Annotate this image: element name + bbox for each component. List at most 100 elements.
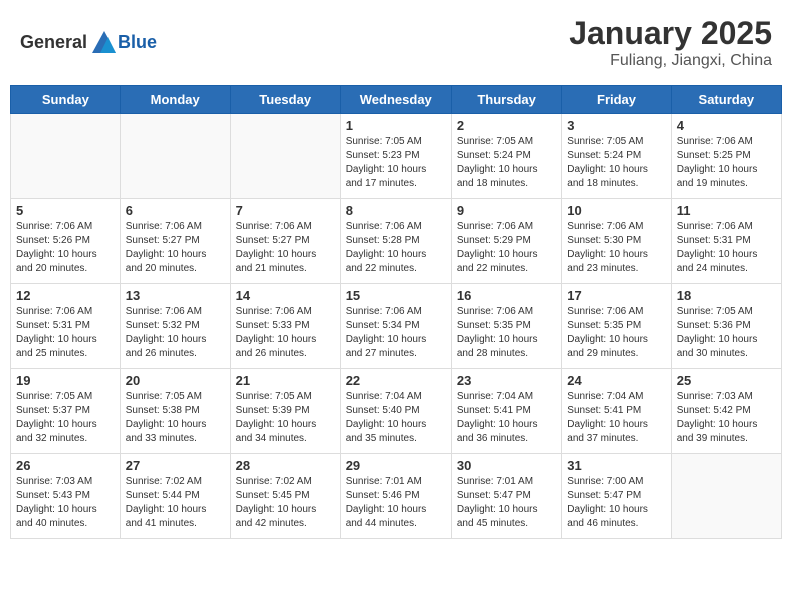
day-number: 3	[567, 118, 665, 133]
day-info: Sunrise: 7:05 AM Sunset: 5:24 PM Dayligh…	[567, 135, 665, 191]
day-info: Sunrise: 7:06 AM Sunset: 5:27 PM Dayligh…	[236, 220, 335, 276]
day-info: Sunrise: 7:06 AM Sunset: 5:34 PM Dayligh…	[346, 305, 446, 361]
week-row-4: 19Sunrise: 7:05 AM Sunset: 5:37 PM Dayli…	[11, 369, 782, 454]
week-row-2: 5 Sunrise: 7:06 AM Sunset: 5:26 PM Daylig…	[11, 199, 782, 284]
day-cell	[120, 114, 230, 199]
day-info: Sunrise: 7:01 AM Sunset: 5:46 PM Dayligh…	[346, 475, 446, 531]
day-cell: 9Sunrise: 7:06 AM Sunset: 5:29 PM Daylig…	[451, 199, 561, 284]
day-cell: 26 Sunrise: 7:03 AM Sunset: 5:43 PM Dayli…	[11, 454, 121, 539]
day-info: Sunrise: 7:06 AM Sunset: 5:32 PM Dayligh…	[126, 305, 225, 361]
day-info: Sunrise: 7:05 AM Sunset: 5:23 PM Dayligh…	[346, 135, 446, 191]
day-info: Sunrise: 7:01 AM Sunset: 5:47 PM Dayligh…	[457, 475, 556, 531]
day-number: 2	[457, 118, 556, 133]
day-number: 14	[236, 288, 335, 303]
day-cell: 20 Sunrise: 7:05 AM Sunset: 5:38 PM Dayli…	[120, 369, 230, 454]
day-info: Sunrise: 7:06 AM Sunset: 5:31 PM Dayligh…	[16, 305, 115, 361]
day-number: 22	[346, 373, 446, 388]
day-cell: 12 Sunrise: 7:06 AM Sunset: 5:31 PM Dayli…	[11, 284, 121, 369]
day-number: 13	[126, 288, 225, 303]
day-info: Sunrise: 7:06 AM Sunset: 5:27 PM Dayligh…	[126, 220, 225, 276]
weekday-header-saturday: Saturday	[671, 86, 781, 114]
day-cell: 28 Sunrise: 7:02 AM Sunset: 5:45 PM Dayli…	[230, 454, 340, 539]
day-cell: 21 Sunrise: 7:05 AM Sunset: 5:39 PM Dayli…	[230, 369, 340, 454]
day-info: Sunrise: 7:06 AM Sunset: 5:28 PM Dayligh…	[346, 220, 446, 276]
day-info: Sunrise: 7:05 AM Sunset: 5:37 PM Dayligh…	[16, 390, 115, 446]
day-info: Sunrise: 7:00 AM Sunset: 5:47 PM Dayligh…	[567, 475, 665, 531]
day-number: 20	[126, 373, 225, 388]
day-number: 29	[346, 458, 446, 473]
day-info: Sunrise: 7:05 AM Sunset: 5:36 PM Dayligh…	[677, 305, 776, 361]
day-info: Sunrise: 7:04 AM Sunset: 5:40 PM Dayligh…	[346, 390, 446, 446]
day-info: Sunrise: 7:06 AM Sunset: 5:35 PM Dayligh…	[457, 305, 556, 361]
day-cell: 18 Sunrise: 7:05 AM Sunset: 5:36 PM Dayli…	[671, 284, 781, 369]
day-number: 16	[457, 288, 556, 303]
day-info: Sunrise: 7:06 AM Sunset: 5:35 PM Dayligh…	[567, 305, 665, 361]
day-info: Sunrise: 7:06 AM Sunset: 5:26 PM Dayligh…	[16, 220, 115, 276]
day-cell: 7 Sunrise: 7:06 AM Sunset: 5:27 PM Daylig…	[230, 199, 340, 284]
week-row-5: 26 Sunrise: 7:03 AM Sunset: 5:43 PM Dayli…	[11, 454, 782, 539]
day-cell: 5 Sunrise: 7:06 AM Sunset: 5:26 PM Daylig…	[11, 199, 121, 284]
day-cell: 13 Sunrise: 7:06 AM Sunset: 5:32 PM Dayli…	[120, 284, 230, 369]
month-title: January 2025	[569, 15, 772, 52]
day-number: 31	[567, 458, 665, 473]
day-info: Sunrise: 7:05 AM Sunset: 5:24 PM Dayligh…	[457, 135, 556, 191]
day-number: 7	[236, 203, 335, 218]
day-number: 24	[567, 373, 665, 388]
title-section: January 2025 Fuliang, Jiangxi, China	[569, 15, 772, 70]
day-cell: 17Sunrise: 7:06 AM Sunset: 5:35 PM Dayli…	[562, 284, 671, 369]
day-number: 11	[677, 203, 776, 218]
day-number: 26	[16, 458, 115, 473]
day-cell	[671, 454, 781, 539]
day-info: Sunrise: 7:06 AM Sunset: 5:30 PM Dayligh…	[567, 220, 665, 276]
logo: General Blue	[20, 29, 157, 57]
day-number: 27	[126, 458, 225, 473]
day-cell: 29 Sunrise: 7:01 AM Sunset: 5:46 PM Dayli…	[340, 454, 451, 539]
day-info: Sunrise: 7:03 AM Sunset: 5:43 PM Dayligh…	[16, 475, 115, 531]
day-info: Sunrise: 7:03 AM Sunset: 5:42 PM Dayligh…	[677, 390, 776, 446]
weekday-header-thursday: Thursday	[451, 86, 561, 114]
page-header: General Blue January 2025 Fuliang, Jiang…	[10, 10, 782, 75]
day-cell	[11, 114, 121, 199]
weekday-header-monday: Monday	[120, 86, 230, 114]
day-cell: 16 Sunrise: 7:06 AM Sunset: 5:35 PM Dayli…	[451, 284, 561, 369]
calendar-table: SundayMondayTuesdayWednesdayThursdayFrid…	[10, 85, 782, 539]
day-number: 15	[346, 288, 446, 303]
weekday-header-sunday: Sunday	[11, 86, 121, 114]
day-info: Sunrise: 7:02 AM Sunset: 5:44 PM Dayligh…	[126, 475, 225, 531]
day-cell: 22 Sunrise: 7:04 AM Sunset: 5:40 PM Dayli…	[340, 369, 451, 454]
day-cell: 14 Sunrise: 7:06 AM Sunset: 5:33 PM Dayli…	[230, 284, 340, 369]
day-cell: 19Sunrise: 7:05 AM Sunset: 5:37 PM Dayli…	[11, 369, 121, 454]
day-info: Sunrise: 7:04 AM Sunset: 5:41 PM Dayligh…	[567, 390, 665, 446]
week-row-3: 12 Sunrise: 7:06 AM Sunset: 5:31 PM Dayli…	[11, 284, 782, 369]
day-info: Sunrise: 7:06 AM Sunset: 5:25 PM Dayligh…	[677, 135, 776, 191]
day-number: 28	[236, 458, 335, 473]
weekday-header-friday: Friday	[562, 86, 671, 114]
day-cell: 1 Sunrise: 7:05 AM Sunset: 5:23 PM Daylig…	[340, 114, 451, 199]
logo-general-text: General	[20, 32, 87, 53]
week-row-1: 1 Sunrise: 7:05 AM Sunset: 5:23 PM Daylig…	[11, 114, 782, 199]
logo-icon	[90, 29, 118, 57]
day-cell: 2 Sunrise: 7:05 AM Sunset: 5:24 PM Daylig…	[451, 114, 561, 199]
day-number: 23	[457, 373, 556, 388]
day-number: 12	[16, 288, 115, 303]
day-cell: 23 Sunrise: 7:04 AM Sunset: 5:41 PM Dayli…	[451, 369, 561, 454]
day-info: Sunrise: 7:04 AM Sunset: 5:41 PM Dayligh…	[457, 390, 556, 446]
day-number: 1	[346, 118, 446, 133]
day-info: Sunrise: 7:05 AM Sunset: 5:39 PM Dayligh…	[236, 390, 335, 446]
day-cell: 6 Sunrise: 7:06 AM Sunset: 5:27 PM Daylig…	[120, 199, 230, 284]
weekday-header-tuesday: Tuesday	[230, 86, 340, 114]
day-info: Sunrise: 7:05 AM Sunset: 5:38 PM Dayligh…	[126, 390, 225, 446]
day-cell: 15 Sunrise: 7:06 AM Sunset: 5:34 PM Dayli…	[340, 284, 451, 369]
day-info: Sunrise: 7:06 AM Sunset: 5:33 PM Dayligh…	[236, 305, 335, 361]
day-number: 21	[236, 373, 335, 388]
day-cell: 4 Sunrise: 7:06 AM Sunset: 5:25 PM Daylig…	[671, 114, 781, 199]
day-number: 5	[16, 203, 115, 218]
day-number: 18	[677, 288, 776, 303]
day-info: Sunrise: 7:06 AM Sunset: 5:31 PM Dayligh…	[677, 220, 776, 276]
day-number: 25	[677, 373, 776, 388]
day-number: 10	[567, 203, 665, 218]
day-info: Sunrise: 7:02 AM Sunset: 5:45 PM Dayligh…	[236, 475, 335, 531]
day-number: 4	[677, 118, 776, 133]
day-cell: 10 Sunrise: 7:06 AM Sunset: 5:30 PM Dayli…	[562, 199, 671, 284]
day-number: 6	[126, 203, 225, 218]
